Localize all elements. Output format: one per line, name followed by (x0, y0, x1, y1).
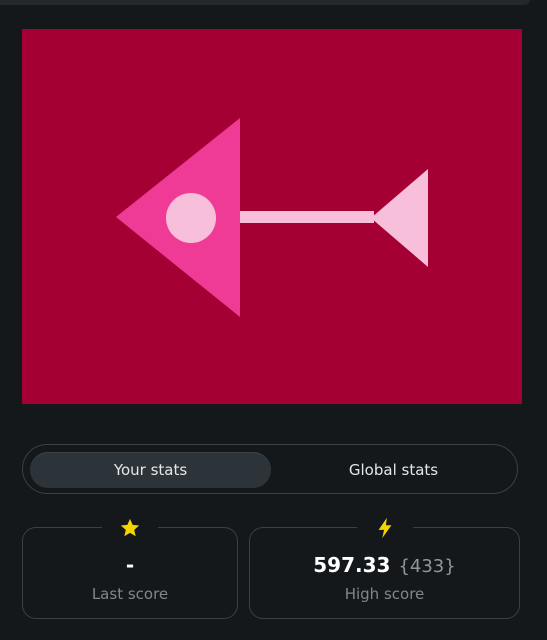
last-score-card: - Last score (22, 516, 238, 619)
lightning-icon (356, 516, 413, 540)
star-icon (102, 516, 158, 540)
high-score-extra: {433} (398, 556, 456, 577)
circle-shape (166, 193, 216, 243)
last-score-label: Last score (91, 585, 169, 603)
connector-bar (240, 211, 374, 223)
tab-your-stats[interactable]: Your stats (30, 452, 271, 488)
high-score-label: High score (344, 585, 425, 603)
shape-drawing (116, 118, 428, 317)
tab-global-stats[interactable]: Global stats (273, 452, 514, 488)
high-score-value-row: 597.33 {433} (250, 552, 519, 580)
last-score-value: - (125, 553, 135, 577)
high-score-card: 597.33 {433} High score (249, 516, 520, 619)
game-canvas (22, 29, 522, 404)
small-triangle (371, 169, 428, 267)
stats-tab-bar: Your stats Global stats (22, 444, 518, 494)
top-edge-bar (0, 0, 530, 5)
high-score-value: 597.33 (313, 553, 391, 577)
